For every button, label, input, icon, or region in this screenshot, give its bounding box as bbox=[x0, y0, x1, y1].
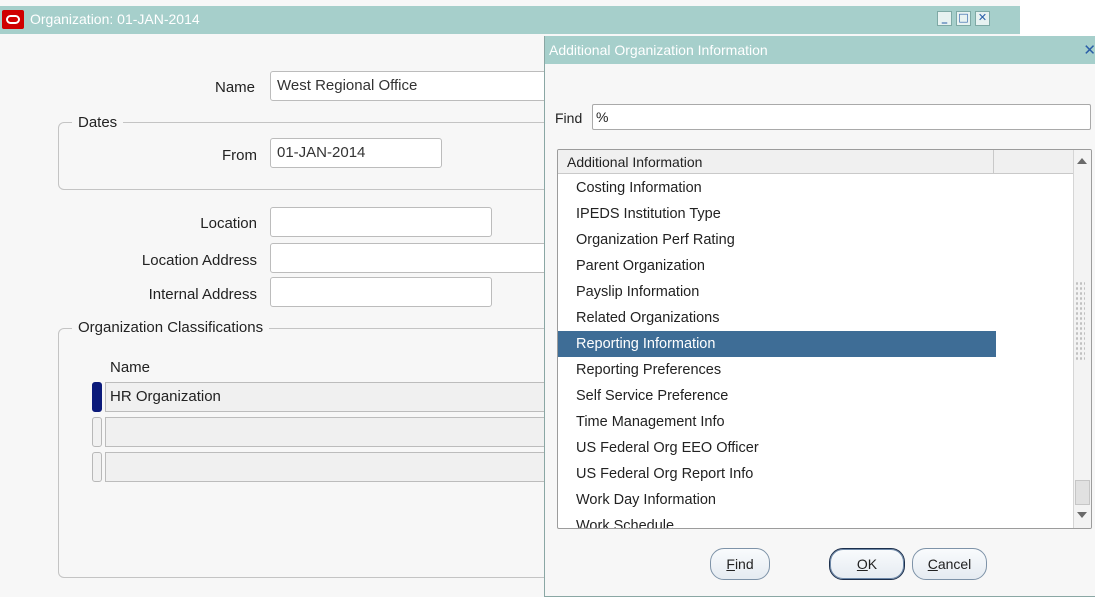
classification-row-2[interactable] bbox=[105, 417, 550, 447]
info-type-list[interactable]: Additional Information Costing Informati… bbox=[557, 149, 1092, 529]
list-item[interactable]: Costing Information bbox=[558, 175, 996, 201]
list-item[interactable]: US Federal Org EEO Officer bbox=[558, 435, 996, 461]
scroll-up-icon[interactable] bbox=[1077, 158, 1087, 164]
location-label: Location bbox=[200, 215, 257, 232]
list-item[interactable]: IPEDS Institution Type bbox=[558, 201, 996, 227]
list-item[interactable]: Work Day Information bbox=[558, 487, 996, 513]
list-item-selected[interactable]: Reporting Information bbox=[558, 331, 996, 357]
find-label: Find bbox=[555, 110, 583, 126]
location-address-label: Location Address bbox=[141, 252, 257, 269]
cancel-button-mnemonic: C bbox=[927, 556, 938, 572]
additional-org-info-dialog: Additional Organization Information ✕ Fi… bbox=[544, 36, 1095, 597]
list-item[interactable]: Self Service Preference bbox=[558, 383, 996, 409]
scroll-thumb[interactable] bbox=[1075, 480, 1090, 505]
list-header-filler bbox=[994, 150, 1074, 174]
row-marker-1[interactable] bbox=[92, 382, 102, 412]
window-title: Organization: 01-JAN-2014 bbox=[30, 11, 200, 27]
list-column-header[interactable]: Additional Information bbox=[558, 150, 994, 174]
list-item[interactable]: Payslip Information bbox=[558, 279, 996, 305]
location-address-field[interactable] bbox=[270, 243, 560, 273]
from-label: From bbox=[222, 147, 257, 164]
cancel-button[interactable]: Cancel bbox=[912, 548, 987, 580]
resize-grip[interactable] bbox=[1075, 281, 1085, 361]
name-field[interactable]: West Regional Office bbox=[270, 71, 560, 101]
internal-address-field[interactable] bbox=[270, 277, 492, 307]
classification-name-header: Name bbox=[110, 359, 151, 376]
dialog-title: Additional Organization Information bbox=[549, 42, 768, 58]
classifications-group-title: Organization Classifications bbox=[72, 319, 270, 336]
cancel-button-label: ancel bbox=[937, 556, 972, 572]
find-button-label: ind bbox=[734, 556, 754, 572]
list-item[interactable]: Work Schedule bbox=[558, 513, 996, 528]
location-field[interactable] bbox=[270, 207, 492, 237]
classification-row-3[interactable] bbox=[105, 452, 550, 482]
from-date-field[interactable]: 01-JAN-2014 bbox=[270, 138, 442, 168]
find-button-mnemonic: F bbox=[726, 556, 735, 572]
maximize-icon[interactable]: □ bbox=[956, 11, 971, 26]
name-label: Name bbox=[214, 79, 255, 96]
row-marker-2[interactable] bbox=[92, 417, 102, 447]
list-item[interactable]: Organization Perf Rating bbox=[558, 227, 996, 253]
row-marker-3[interactable] bbox=[92, 452, 102, 482]
ok-button-mnemonic: O bbox=[856, 556, 868, 572]
classification-row-1[interactable]: HR Organization bbox=[105, 382, 550, 412]
list-item[interactable]: Reporting Preferences bbox=[558, 357, 996, 383]
list-item[interactable]: US Federal Org Report Info bbox=[558, 461, 996, 487]
ok-button-label: K bbox=[867, 556, 878, 572]
minimize-icon[interactable]: _ bbox=[937, 11, 952, 26]
list-item[interactable]: Time Management Info bbox=[558, 409, 996, 435]
close-icon[interactable]: ✕ bbox=[975, 11, 990, 26]
list-item[interactable]: Parent Organization bbox=[558, 253, 996, 279]
dates-group-title: Dates bbox=[72, 114, 124, 131]
scroll-down-icon[interactable] bbox=[1077, 512, 1087, 518]
internal-address-label: Internal Address bbox=[148, 286, 257, 303]
list-item[interactable]: Related Organizations bbox=[558, 305, 996, 331]
oracle-logo-icon bbox=[2, 10, 24, 29]
dialog-titlebar[interactable]: Additional Organization Information ✕ bbox=[545, 36, 1095, 64]
find-button[interactable]: Find bbox=[710, 548, 770, 580]
main-titlebar[interactable]: Organization: 01-JAN-2014 _ □ ✕ bbox=[0, 6, 1020, 34]
find-input[interactable]: % bbox=[592, 104, 1091, 130]
close-icon[interactable]: ✕ bbox=[1083, 41, 1095, 59]
ok-button[interactable]: OK bbox=[829, 548, 905, 580]
